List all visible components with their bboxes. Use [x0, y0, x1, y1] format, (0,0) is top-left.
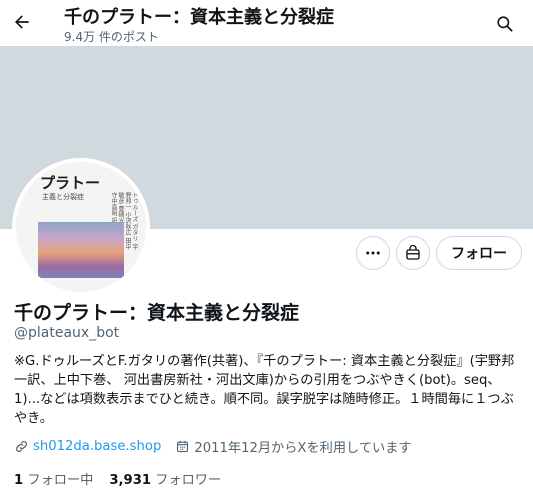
followers-count: 3,931 — [109, 473, 152, 488]
arrow-left-icon — [15, 15, 29, 29]
search-icon — [496, 15, 512, 31]
followers-label: フォロワー — [155, 473, 222, 488]
calendar-icon — [177, 440, 189, 452]
profile-handle: @plateaux_bot — [14, 325, 120, 341]
avatar[interactable]: プラトー 主義と分裂症 ドゥルーズ ガタリ 宇野邦一 小沢秋広 田中敏彦 豊崎光… — [12, 158, 150, 296]
following-link[interactable]: 1 フォロー中 — [14, 469, 93, 488]
profile-meta: sh012da.base.shop 2011年12月からXを利用しています — [14, 437, 412, 456]
followers-link[interactable]: 3,931 フォロワー — [109, 469, 221, 488]
book-cover-title: プラトー — [40, 174, 101, 192]
back-button[interactable] — [6, 6, 38, 38]
book-cover-image: プラトー 主義と分裂症 ドゥルーズ ガタリ 宇野邦一 小沢秋広 田中敏彦 豊崎光… — [16, 162, 146, 292]
post-count: 9.4万 件のポスト — [64, 30, 159, 44]
page-title: 千のプラトー：資本主義と分裂症 — [64, 7, 334, 28]
profile-bio: ※G.ドゥルーズとF.ガタリの著作(共著)、『千のプラトー: 資本主義と分裂症』… — [14, 354, 515, 426]
follow-button[interactable]: フォロー — [436, 236, 522, 270]
shopping-bag-icon — [406, 244, 420, 260]
profile-name: 千のプラトー：資本主義と分裂症 — [14, 302, 300, 324]
more-horizontal-icon — [366, 251, 380, 255]
shop-button[interactable] — [396, 236, 430, 270]
join-date: 2011年12月からXを利用しています — [194, 440, 412, 456]
website-link[interactable]: sh012da.base.shop — [33, 439, 161, 454]
top-bar: 千のプラトー：資本主義と分裂症 9.4万 件のポスト — [0, 0, 533, 46]
profile-stats: 1 フォロー中 3,931 フォロワー — [14, 469, 221, 488]
link-icon — [16, 440, 27, 452]
book-cover-subtitle: 主義と分裂症 — [42, 193, 84, 201]
more-button[interactable] — [356, 236, 390, 270]
following-label: フォロー中 — [27, 473, 94, 488]
book-cover-artwork — [38, 222, 124, 278]
search-button[interactable] — [490, 9, 518, 37]
following-count: 1 — [14, 473, 24, 488]
